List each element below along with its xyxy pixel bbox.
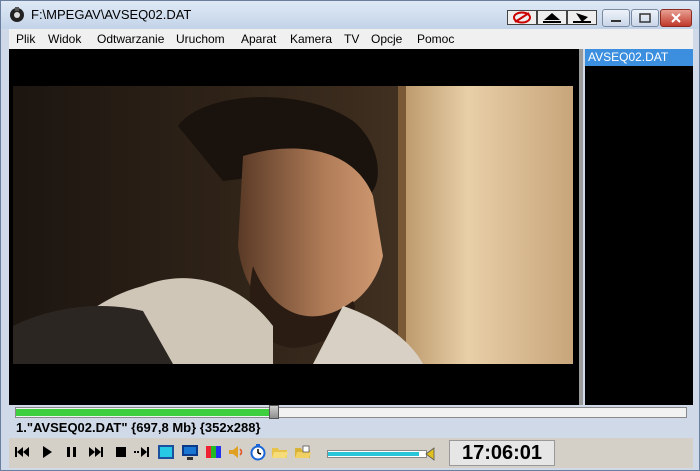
control-bar: 17:06:01 — [9, 438, 693, 468]
fullscreen-icon[interactable] — [157, 442, 175, 462]
title-bar[interactable]: F:\MPEGAV\AVSEQ02.DAT — [1, 1, 699, 29]
volume-slider[interactable] — [327, 450, 427, 458]
previous-icon[interactable] — [13, 442, 31, 462]
volume-handle-icon[interactable] — [425, 444, 443, 464]
monitor-icon[interactable] — [181, 442, 199, 462]
timer-icon[interactable] — [249, 442, 267, 462]
menu-camera[interactable]: Aparat — [241, 32, 276, 46]
menu-help[interactable]: Pomoc — [417, 32, 454, 46]
stop-icon[interactable] — [112, 442, 130, 462]
minimize-to-tray-icon[interactable] — [567, 10, 597, 25]
playlist-panel: AVSEQ02.DAT — [585, 49, 693, 405]
menu-options[interactable]: Opcje — [371, 32, 402, 46]
menu-tv[interactable]: TV — [344, 32, 359, 46]
color-adjust-icon[interactable] — [205, 442, 223, 462]
next-icon[interactable] — [87, 442, 105, 462]
video-display[interactable] — [9, 49, 583, 405]
menu-webcam[interactable]: Kamera — [290, 32, 332, 46]
seek-progress — [16, 409, 274, 416]
pause-icon[interactable] — [63, 442, 81, 462]
close-button[interactable] — [660, 9, 692, 27]
open-folder-icon[interactable] — [271, 442, 289, 462]
frame-step-icon[interactable] — [133, 442, 151, 462]
menu-playback[interactable]: Odtwarzanie — [97, 32, 164, 46]
app-icon[interactable] — [9, 7, 25, 23]
playlist-item[interactable]: AVSEQ02.DAT — [585, 49, 693, 66]
player-window: F:\MPEGAV\AVSEQ02.DAT Plik Widok Odtwarz… — [0, 0, 700, 471]
minimize-button[interactable] — [602, 9, 630, 27]
always-on-top-icon[interactable] — [537, 10, 567, 25]
menu-bar: Plik Widok Odtwarzanie Uruchom Aparat Ka… — [9, 29, 693, 49]
open-file-icon[interactable] — [294, 442, 312, 462]
playlist-splitter[interactable] — [579, 49, 583, 405]
volume-level — [328, 452, 419, 456]
seek-bar[interactable] — [15, 405, 687, 419]
menu-view[interactable]: Widok — [48, 32, 81, 46]
file-info: 1."AVSEQ02.DAT" {697,8 Mb} {352x288} — [16, 420, 261, 435]
play-icon[interactable] — [38, 442, 56, 462]
video-frame — [13, 86, 573, 364]
seek-handle[interactable] — [269, 405, 279, 419]
clock-display: 17:06:01 — [449, 440, 555, 466]
window-title: F:\MPEGAV\AVSEQ02.DAT — [31, 7, 192, 22]
volume-icon[interactable] — [227, 442, 245, 462]
maximize-button[interactable] — [631, 9, 659, 27]
menu-file[interactable]: Plik — [16, 32, 35, 46]
menu-run[interactable]: Uruchom — [176, 32, 225, 46]
no-video-toggle-icon[interactable] — [507, 10, 537, 25]
